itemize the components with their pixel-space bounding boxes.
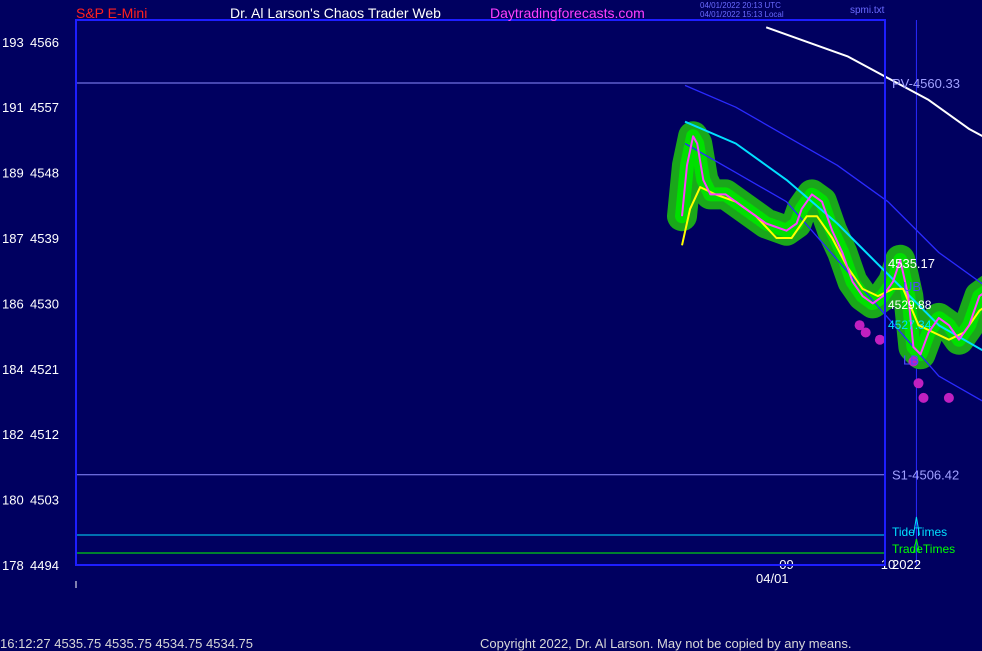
tide-label: TideTimes [892, 525, 947, 539]
y-tick-price-label: 4557 [30, 100, 59, 115]
y-tick-left-label: 186 [2, 296, 24, 311]
y-tick-price-label: 4530 [30, 296, 59, 311]
chaos-chart: 193 4566 191 4557 189 4548 187 4539 186 4530 184 45… [0, 0, 982, 650]
y-tick-price-label: 4503 [30, 493, 59, 508]
y-tick-left-label: 187 [2, 231, 24, 246]
chart-title: Dr. Al Larson's Chaos Trader Web [230, 5, 441, 21]
level-label: PV-4560.33 [892, 76, 960, 91]
level-label: S1-4506.42 [892, 468, 959, 483]
y-tick-left-label: 178 [2, 558, 24, 573]
year-label: 2022 [892, 557, 921, 572]
low-dot [860, 327, 871, 338]
y-tick-left-label: 182 [2, 427, 24, 442]
y-tick-price-label: 4548 [30, 166, 59, 181]
file-label: spmi.txt [850, 5, 885, 16]
lower-band-label: LB [903, 353, 919, 368]
low-dot [913, 378, 924, 389]
symbol-label: S&P E-Mini [76, 5, 148, 21]
low-dot [874, 334, 885, 345]
last-bar-readout: 16:12:27 4535.75 4535.75 4534.75 4534.75 [0, 636, 254, 651]
timestamp-utc: 04/01/2022 20:13 UTC [700, 1, 781, 10]
timestamp-local: 04/01/2022 15:13 Local [700, 10, 784, 19]
y-tick-left-label: 191 [2, 100, 24, 115]
y-tick-price-label: 4521 [30, 362, 59, 377]
date-label: 04/01 [756, 571, 789, 586]
y-tick-left-label: 184 [2, 362, 24, 377]
cyan-value-label: 4527.34 [888, 318, 932, 332]
copyright-notice: Copyright 2022, Dr. Al Larson. May not b… [480, 636, 852, 651]
y-tick-price-label: 4566 [30, 35, 59, 50]
y-tick-price-label: 4539 [30, 231, 59, 246]
y-tick-price-label: 4494 [30, 558, 59, 573]
y-tick-left-label: 180 [2, 493, 24, 508]
upper-band-label: UB [903, 279, 921, 294]
y-tick-left-label: 193 [2, 35, 24, 50]
y-tick-price-label: 4512 [30, 427, 59, 442]
site-link[interactable]: Daytradingforecasts.com [490, 5, 645, 21]
y-tick-left-label: 189 [2, 166, 24, 181]
yellow-value-label: 4535.17 [888, 256, 935, 271]
trade-label: TradeTimes [892, 542, 955, 556]
white-value-label: 4529.88 [888, 298, 932, 312]
low-dot [918, 392, 929, 403]
low-dot [943, 392, 954, 403]
